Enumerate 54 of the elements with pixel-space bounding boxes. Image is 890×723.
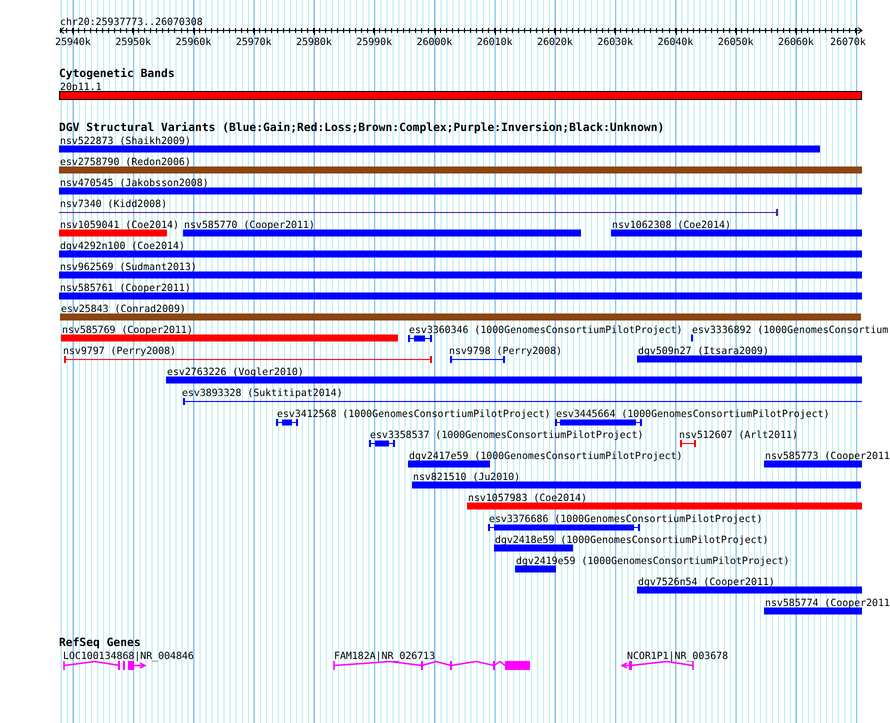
- variant-label: nsv585774 (Cooper2011: [765, 598, 890, 609]
- variant-label: esv3376686 (1000GenomesConsortiumPilotProject): [489, 514, 762, 525]
- tick-label: 25960k: [176, 37, 212, 48]
- variant-label: nsv821510 (Ju2010): [413, 472, 520, 483]
- region-label: chr20:25937773..26070308: [60, 17, 203, 28]
- variant-label: nsv585761 (Cooper2011): [60, 283, 191, 294]
- variant-label: nsv1057983 (Coe2014): [468, 493, 587, 504]
- tick-label: 26010k: [476, 37, 513, 48]
- gene-label: LOC100134868|NR_004846: [63, 651, 194, 662]
- track-title: DGV Structural Variants (Blue:Gain;Red:Loss;Brown:Complex;Purple:Inversion;Black:Unknown): [59, 121, 664, 134]
- variant-label: esv25843 (Conrad2009): [61, 304, 186, 315]
- variant-label: nsv1059041 (Coe2014): [60, 220, 179, 231]
- variant-label: dgv2417e59 (1000GenomesConsortiumPilotProject): [409, 451, 682, 462]
- variant-label: esv3360346 (1000GenomesConsortiumPilotProject): [409, 325, 682, 336]
- tick-label: 25940k: [55, 37, 91, 48]
- variant-label: esv3445664 (1000GenomesConsortiumPilotProject): [556, 409, 830, 420]
- variant-label: nsv962569 (Sudmant2013): [60, 262, 197, 273]
- variant-label: dgv2418e59 (1000GenomesConsortiumPilotProject): [495, 535, 768, 546]
- variant-label: dgv4292n100 (Coe2014): [60, 241, 185, 252]
- tick-label: 26000k: [416, 37, 452, 48]
- tick-label: 26040k: [658, 37, 694, 48]
- tick-label: 25990k: [356, 37, 392, 48]
- variant-label: nsv585770 (Cooper2011): [184, 220, 315, 231]
- track-title: RefSeq Genes: [59, 636, 141, 649]
- variant-label: nsv9798 (Perry2008): [449, 346, 562, 357]
- variant-label: nsv585769 (Cooper2011): [62, 325, 193, 336]
- variant-label: dgv2419e59 (1000GenomesConsortiumPilotProject): [516, 556, 790, 567]
- variant-label: esv2763226 (Vogler2010): [167, 367, 304, 378]
- gene-label: NCOR1P1|NR_003678: [627, 651, 728, 662]
- variant-label: nsv9797 (Perry2008): [63, 346, 176, 357]
- variant-label: esv2758790 (Redon2006): [60, 157, 191, 168]
- tick-label: 26050k: [718, 37, 754, 48]
- variant-label: dgv509n27 (Itsara2009): [638, 346, 769, 357]
- tick-label: 25970k: [236, 37, 272, 48]
- variant-label: esv3893328 (Suktitipat2014): [182, 388, 343, 399]
- variant-label: 20p11.1: [60, 82, 102, 93]
- tick-label: 25950k: [115, 37, 152, 48]
- variant-label: nsv470545 (Jakobsson2008): [60, 178, 209, 189]
- variant-label: nsv522873 (Shaikh2009): [60, 136, 191, 147]
- tick-label: 26030k: [597, 37, 634, 48]
- variant-label: nsv1062308 (Coe2014): [612, 220, 731, 231]
- tick-label: 26060k: [778, 37, 814, 48]
- tick-label: 26020k: [537, 37, 573, 48]
- tick-label: 25980k: [296, 37, 332, 48]
- tick-label: 26070k: [830, 37, 866, 48]
- variant-label: esv3412568 (1000GenomesConsortiumPilotProject): [277, 409, 550, 420]
- variant-label: dgv7526n54 (Cooper2011): [638, 577, 775, 588]
- gene-label: FAM182A|NR_026713: [334, 651, 436, 662]
- variant-label: nsv512607 (Arlt2011): [679, 430, 798, 441]
- variant-label: esv3358537 (1000GenomesConsortiumPilotProject): [370, 430, 644, 441]
- variant-label: esv3336892 (1000GenomesConsortium: [692, 325, 888, 336]
- variant-label: nsv7340 (Kidd2008): [60, 199, 168, 210]
- variant-label: nsv585773 (Cooper2011: [765, 451, 890, 462]
- track-title: Cytogenetic Bands: [59, 67, 175, 80]
